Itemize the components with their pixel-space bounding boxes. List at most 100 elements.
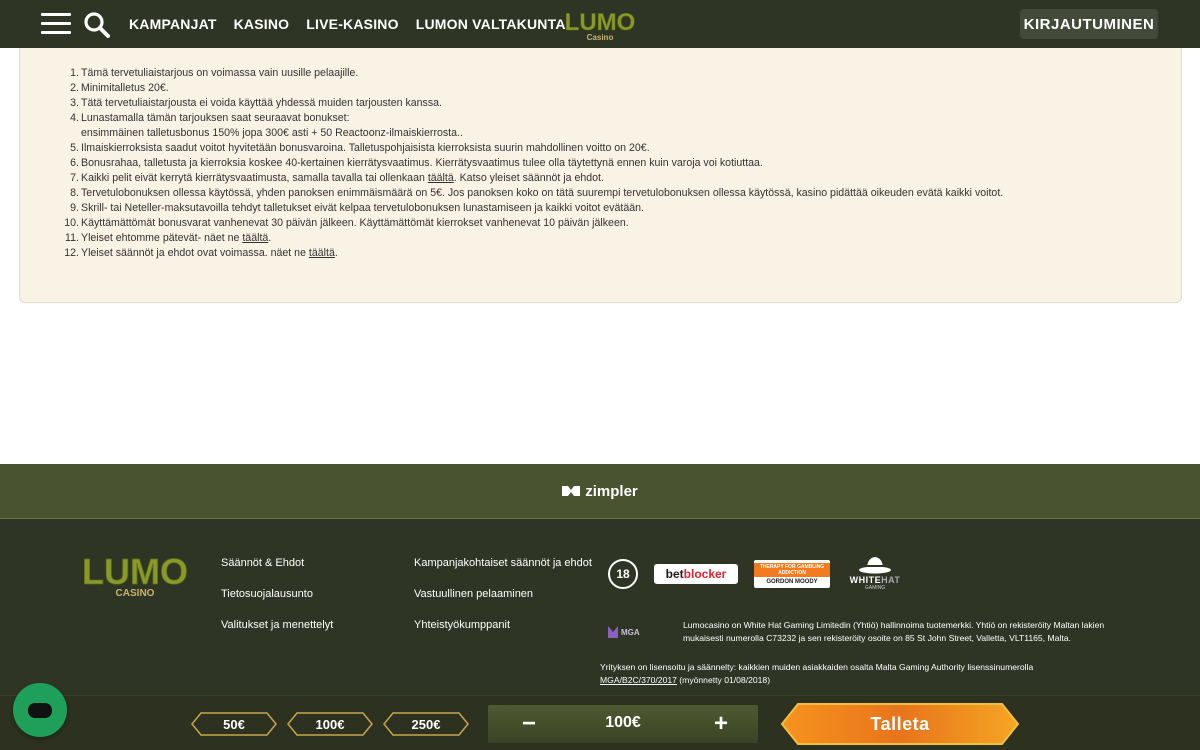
betblocker-text-b: blocker xyxy=(683,567,727,581)
terms-item-number: 2. xyxy=(70,82,79,94)
terms-item-number: 12. xyxy=(64,247,79,259)
login-button[interactable]: KIRJAUTUMINEN xyxy=(1020,9,1158,39)
chat-button[interactable] xyxy=(13,683,67,737)
nav-live-kasino[interactable]: LIVE-KASINO xyxy=(306,16,398,32)
terms-link[interactable]: täältä xyxy=(428,172,454,184)
nav-lumon-valtakunta[interactable]: LUMON VALTAKUNTA xyxy=(416,16,566,32)
header-logo-sub: Casino xyxy=(587,33,614,42)
payment-band: zimpler xyxy=(0,464,1200,519)
nav-kasino[interactable]: KASINO xyxy=(234,16,290,32)
zimpler-logo: zimpler xyxy=(562,483,638,500)
whitehat-text: WHITEHAT xyxy=(849,575,901,585)
hat-icon xyxy=(859,557,891,574)
terms-item: 7. Kaikki pelit eivät kerrytä kierrätysva… xyxy=(62,171,1003,186)
amount-value[interactable]: 100€ xyxy=(580,711,666,735)
whitehat-sub: GAMING xyxy=(864,585,886,591)
terms-item-text: Käyttämättömät bonusvarat vanhenevat 30 … xyxy=(81,217,629,229)
terms-item-text: Bonusrahaa, talletusta ja kierroksia kos… xyxy=(81,157,763,169)
legal-line-2b: (myönnetty 01/08/2018) xyxy=(676,675,771,685)
footer-link-saannot[interactable]: Säännöt & Ehdot xyxy=(221,557,304,569)
terms-item-number: 8. xyxy=(70,187,79,199)
betblocker-text-a: bet xyxy=(665,567,684,581)
terms-item-number: 3. xyxy=(70,97,79,109)
deposit-button[interactable]: Talleta xyxy=(780,702,1020,746)
terms-item: 3. Tätä tervetuliaistarjousta ei voida kä… xyxy=(62,96,1003,111)
mga-logo[interactable]: MGA xyxy=(608,625,670,639)
plus-icon[interactable]: + xyxy=(708,711,734,737)
footer-link-vastuullinen[interactable]: Vastuullinen pelaaminen xyxy=(414,588,533,600)
terms-item: 11. Yleiset ehtomme pätevät- näet ne tääl… xyxy=(62,231,1003,246)
footer-logo[interactable]: LUMO CASINO xyxy=(83,552,187,600)
gordon-top-text: THERAPY FOR GAMBLING ADDICTION xyxy=(754,563,830,577)
terms-item: 1. Tämä tervetuliaistarjous on voimassa v… xyxy=(62,66,1003,81)
footer-logo-main: LUMO xyxy=(83,552,187,592)
amount-chip-250[interactable]: 250€ xyxy=(383,712,469,736)
search-icon[interactable] xyxy=(83,11,111,39)
terms-item-text-post: . xyxy=(268,232,272,244)
terms-item-text: Ilmaiskierroksista saadut voitot hyvitet… xyxy=(81,142,650,154)
chip-label: 100€ xyxy=(315,716,345,732)
legal-line-1b: mukaisesti numerolla C73232 ja sen rekis… xyxy=(683,633,1071,643)
gordon-moody-logo[interactable]: THERAPY FOR GAMBLING ADDICTION GORDON MO… xyxy=(754,560,830,588)
terms-item-number: 10. xyxy=(64,217,79,229)
terms-item: 2. Minimitalletus 20€. xyxy=(62,81,1003,96)
chat-icon xyxy=(28,702,52,718)
terms-item: 6. Bonusrahaa, talletusta ja kierroksia k… xyxy=(62,156,1003,171)
zimpler-text: zimpler xyxy=(585,482,638,500)
gordon-bottom-text: GORDON MOODY xyxy=(766,579,818,585)
legal-company-text: Lumocasino on White Hat Gaming Limitedin… xyxy=(683,619,1104,645)
terms-item-number: 11. xyxy=(65,232,79,244)
terms-item: 4. Lunastamalla tämän tarjouksen saat seu… xyxy=(62,111,1003,141)
terms-item-text: Yleiset säännöt ja ehdot ovat voimassa. … xyxy=(81,247,309,259)
terms-item-text: Tätä tervetuliaistarjousta ei voida käyt… xyxy=(81,97,442,109)
top-header: KAMPANJAT KASINO LIVE-KASINO LUMON VALTA… xyxy=(0,0,1200,48)
nav-kampanjat[interactable]: KAMPANJAT xyxy=(129,16,217,32)
age-18-badge[interactable]: 18 xyxy=(608,559,638,589)
footer-logo-sub: CASINO xyxy=(116,588,155,599)
legal-line-1a: Lumocasino on White Hat Gaming Limitedin… xyxy=(683,620,1105,630)
terms-item: 8. Tervetulobonuksen ollessa käytössä, yh… xyxy=(62,186,1003,201)
amount-chip-100[interactable]: 100€ xyxy=(287,712,373,736)
main-nav: KAMPANJAT KASINO LIVE-KASINO LUMON VALTA… xyxy=(129,0,583,48)
menu-icon[interactable] xyxy=(41,13,71,35)
footer-link-tietosuoja[interactable]: Tietosuojalausunto xyxy=(221,588,313,600)
minus-icon[interactable]: − xyxy=(516,711,542,737)
terms-item-number: 1. xyxy=(70,67,79,79)
terms-item: 9. Skrill- tai Neteller-maksutavoilla teh… xyxy=(62,201,1003,216)
mga-icon xyxy=(608,626,618,638)
amount-chip-50[interactable]: 50€ xyxy=(191,712,277,736)
legal-line-2a: Yrityksen on lisensoitu ja säännelty: ka… xyxy=(600,662,1034,672)
footer-link-kampanjaehdot[interactable]: Kampanjakohtaiset säännöt ja ehdot xyxy=(414,557,592,569)
zimpler-icon xyxy=(562,486,581,496)
footer-link-yhteistyo[interactable]: Yhteistyökumppanit xyxy=(414,619,510,631)
betblocker-logo[interactable]: bet blocker xyxy=(654,564,738,584)
terms-item-text: Minimitalletus 20€. xyxy=(81,82,169,94)
terms-item: 12. Yleiset säännöt ja ehdot ovat voimass… xyxy=(62,246,1003,261)
terms-link[interactable]: täältä xyxy=(242,232,268,244)
terms-list: 1. Tämä tervetuliaistarjous on voimassa v… xyxy=(62,66,1003,261)
terms-item-number: 9. xyxy=(70,202,79,214)
terms-item: 5. Ilmaiskierroksista saadut voitot hyvit… xyxy=(62,141,1003,156)
terms-item-number: 6. xyxy=(70,157,79,169)
license-link[interactable]: MGA/B2C/370/2017 xyxy=(600,675,677,685)
terms-item-text-post: . xyxy=(334,247,338,259)
terms-item-number: 7. xyxy=(70,172,79,184)
terms-item-text: Lunastamalla tämän tarjouksen saat seura… xyxy=(81,112,350,124)
terms-item-subtext: ensimmäinen talletusbonus 150% jopa 300€… xyxy=(81,127,463,139)
terms-item-text: Yleiset ehtomme pätevät- näet ne xyxy=(81,232,243,244)
terms-item-number: 5. xyxy=(70,142,79,154)
header-logo-main: LUMO xyxy=(565,9,636,36)
chip-label: 250€ xyxy=(411,716,441,732)
terms-item-text: Skrill- tai Neteller-maksutavoilla tehdy… xyxy=(81,202,644,214)
terms-item: 10. Käyttämättömät bonusvarat vanhenevat … xyxy=(62,216,1003,231)
chip-label: 50€ xyxy=(223,716,245,732)
terms-item-text: Tämä tervetuliaistarjous on voimassa vai… xyxy=(81,67,359,79)
header-logo[interactable]: LUMO Casino xyxy=(563,8,637,42)
terms-item-text-post: . Katso yleiset säännöt ja ehdot. xyxy=(453,172,604,184)
terms-link[interactable]: täältä xyxy=(309,247,335,259)
white-hat-gaming-logo[interactable]: WHITEHAT GAMING xyxy=(845,555,905,591)
terms-item-text: Kaikki pelit eivät kerrytä kierrätysvaat… xyxy=(81,172,428,184)
footer-link-valitukset[interactable]: Valitukset ja menettelyt xyxy=(221,619,333,631)
legal-license-text: Yrityksen on lisensoitu ja säännelty: ka… xyxy=(600,661,1033,687)
mga-text: MGA xyxy=(621,627,640,637)
